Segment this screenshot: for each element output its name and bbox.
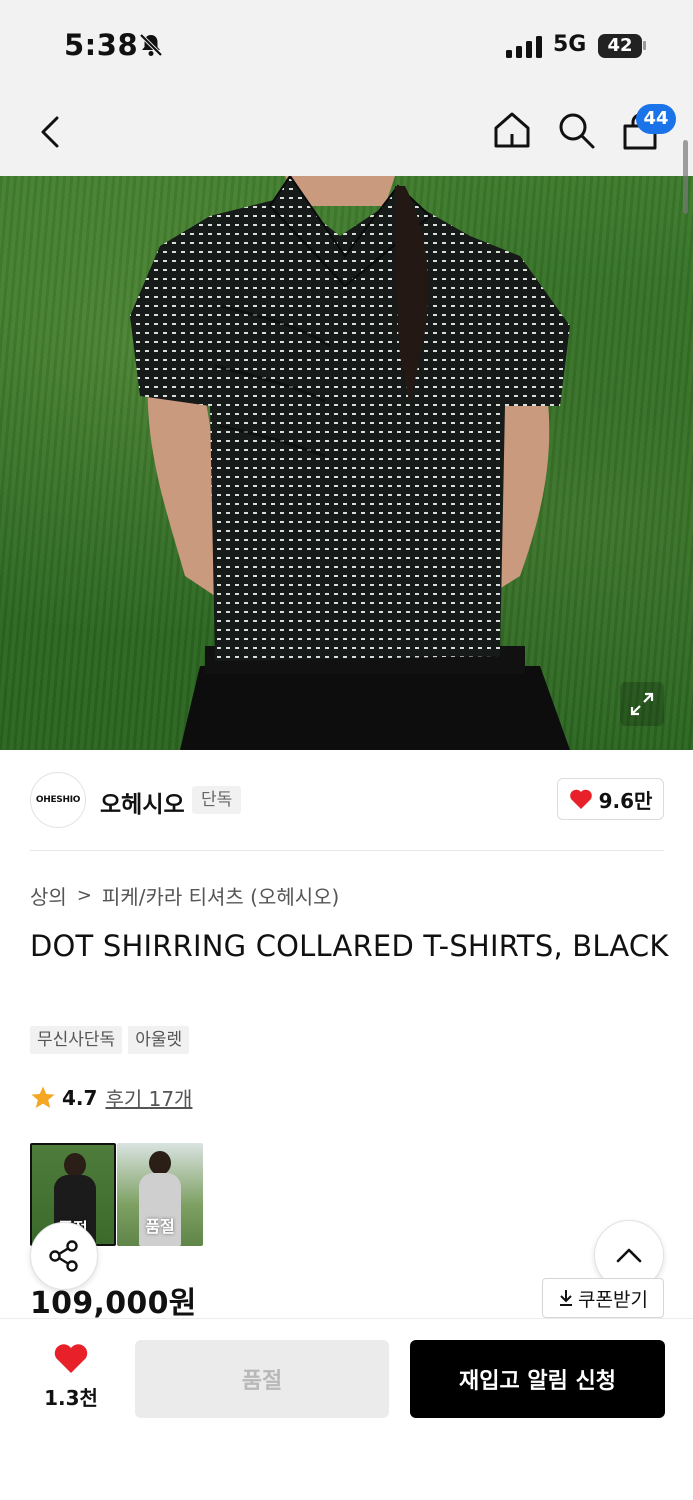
soldout-button: 품절 <box>135 1340 389 1418</box>
brand-logo[interactable]: OHESHIO <box>30 772 86 828</box>
thumbnail-model-head <box>64 1153 86 1177</box>
search-button[interactable] <box>554 108 598 152</box>
cart-count-badge: 44 <box>636 104 676 134</box>
coupon-label: 쿠폰받기 <box>578 1288 648 1311</box>
product-title: DOT SHIRRING COLLARED T-SHIRTS, BLACK <box>30 929 669 963</box>
home-button[interactable] <box>490 108 534 152</box>
battery-icon: 42 <box>598 34 642 58</box>
tag-musinsa-exclusive: 무신사단독 <box>30 1026 123 1054</box>
brand-exclusive-badge: 단독 <box>192 786 242 814</box>
chevron-up-icon <box>616 1248 642 1263</box>
product-image[interactable] <box>0 176 693 750</box>
chevron-right-icon: > <box>76 885 92 906</box>
brand-name-link[interactable]: 오헤시오 <box>100 785 185 819</box>
brand-like-count: 9.6만 <box>598 788 653 813</box>
chevron-left-icon <box>41 116 59 148</box>
soldout-label: 품절 <box>241 1369 283 1394</box>
coupon-download-button[interactable]: 쿠폰받기 <box>542 1278 664 1318</box>
brand-logo-text: OHESHIO <box>35 795 81 805</box>
restock-alert-button[interactable]: 재입고 알림 신청 <box>410 1340 665 1418</box>
color-soldout-label: 품절 <box>145 1217 175 1236</box>
battery-level: 42 <box>607 35 633 56</box>
expand-image-button[interactable] <box>620 682 664 726</box>
reviews-link[interactable]: 후기 17개 <box>105 1083 192 1112</box>
product-rating: 4.7 후기 17개 <box>30 1083 192 1112</box>
product-price: 109,000원 <box>30 1286 197 1321</box>
star-icon <box>31 1086 55 1108</box>
breadcrumb-item-subcategory[interactable]: 피케/카라 티셔츠 (오헤시오) <box>102 881 339 910</box>
product-tags: 무신사단독 아울렛 <box>30 1026 190 1054</box>
brand-like-button[interactable]: 9.6만 <box>557 778 664 820</box>
silent-bell-icon <box>139 33 163 57</box>
download-icon <box>560 1290 573 1306</box>
signal-icon <box>506 36 542 58</box>
status-bar: 5:38 5G 42 <box>0 0 693 90</box>
heart-icon <box>569 789 592 809</box>
network-label: 5G <box>553 32 587 57</box>
breadcrumb: 상의 > 피케/카라 티셔츠 (오헤시오) <box>30 881 339 910</box>
breadcrumb-item-category[interactable]: 상의 <box>30 881 67 910</box>
wishlist-button[interactable]: 1.3천 <box>36 1342 106 1411</box>
status-time: 5:38 <box>64 28 139 62</box>
top-nav-bar <box>0 90 693 176</box>
home-icon <box>494 112 530 148</box>
restock-alert-label: 재입고 알림 신청 <box>459 1369 616 1394</box>
share-icon <box>49 1240 78 1272</box>
tag-outlet: 아울렛 <box>128 1026 190 1054</box>
divider <box>30 850 664 851</box>
back-button[interactable] <box>30 110 70 154</box>
expand-icon <box>630 692 654 716</box>
page-scrollbar[interactable] <box>683 140 688 214</box>
thumbnail-model-head <box>149 1151 171 1175</box>
color-option-gray[interactable]: 품절 <box>117 1143 203 1246</box>
battery-cap <box>643 41 646 50</box>
wishlist-count: 1.3천 <box>44 1386 98 1410</box>
rating-score: 4.7 <box>62 1085 98 1110</box>
search-icon <box>559 113 595 149</box>
heart-icon <box>54 1344 88 1373</box>
model-figure-illustration <box>130 176 570 750</box>
